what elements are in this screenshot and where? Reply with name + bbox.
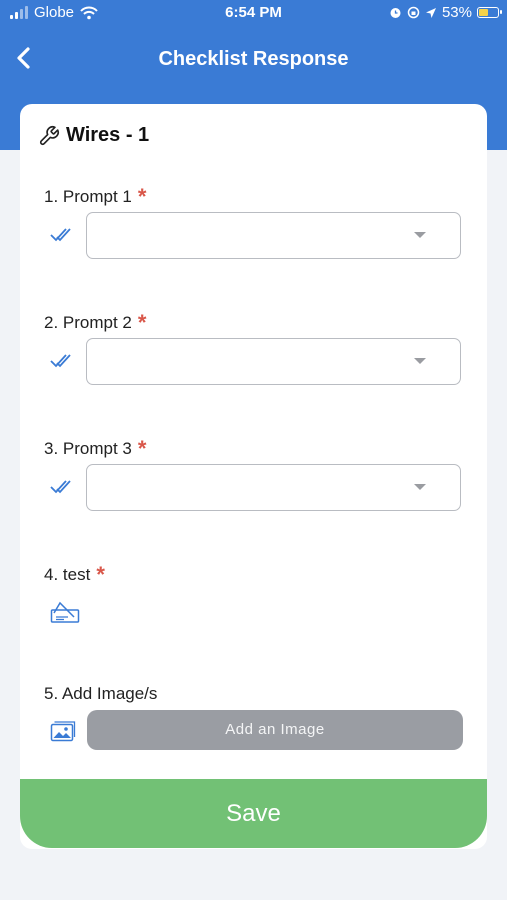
prompt-3-dropdown[interactable]: [86, 464, 461, 511]
battery-level: [479, 9, 488, 16]
question-text: 3. Prompt 3: [44, 439, 132, 458]
save-button[interactable]: Save: [20, 779, 487, 848]
required-asterisk: *: [137, 184, 147, 209]
nav-bar: Checklist Response: [0, 36, 507, 84]
rotation-lock-icon: [407, 6, 420, 19]
dropdown-caret-icon: [414, 484, 426, 490]
question-text: 2. Prompt 2: [44, 313, 132, 332]
question-text: 1. Prompt 1: [44, 187, 132, 206]
wrench-icon: [39, 125, 59, 145]
question-label-5: 5. Add Image/s: [44, 684, 157, 704]
battery-percent: 53%: [441, 4, 472, 21]
battery-icon: [477, 7, 502, 18]
alarm-icon: [390, 8, 401, 18]
question-label-2: 2. Prompt 2 *: [44, 312, 146, 334]
double-check-icon: [50, 354, 71, 368]
required-asterisk: *: [137, 310, 147, 335]
prompt-2-dropdown[interactable]: [86, 338, 461, 385]
add-image-button[interactable]: Add an Image: [87, 710, 463, 750]
question-text: 4. test: [44, 565, 91, 584]
location-icon: [425, 7, 436, 18]
double-check-icon: [50, 228, 71, 242]
dropdown-caret-icon: [414, 358, 426, 364]
question-text: 5. Add Image/s: [44, 684, 158, 703]
question-label-1: 1. Prompt 1 *: [44, 186, 146, 208]
page-title: Checklist Response: [158, 48, 349, 70]
dropdown-caret-icon: [414, 232, 426, 238]
question-label-4: 4. test *: [44, 564, 105, 586]
image-icon[interactable]: [50, 721, 76, 743]
card-title-text: Wires - 1: [66, 124, 150, 146]
checklist-card: Wires - 1 1. Prompt 1 * 2. Prompt 2 * 3.…: [20, 104, 487, 849]
signature-icon[interactable]: [50, 600, 80, 624]
prompt-1-dropdown[interactable]: [86, 212, 461, 259]
question-label-3: 3. Prompt 3 *: [44, 438, 146, 460]
status-right: 53%: [389, 4, 502, 21]
status-bar: Globe 6:54 PM 53%: [0, 0, 507, 26]
required-asterisk: *: [96, 562, 105, 587]
required-asterisk: *: [137, 436, 147, 461]
card-title: Wires - 1: [38, 124, 149, 147]
double-check-icon: [50, 480, 71, 494]
